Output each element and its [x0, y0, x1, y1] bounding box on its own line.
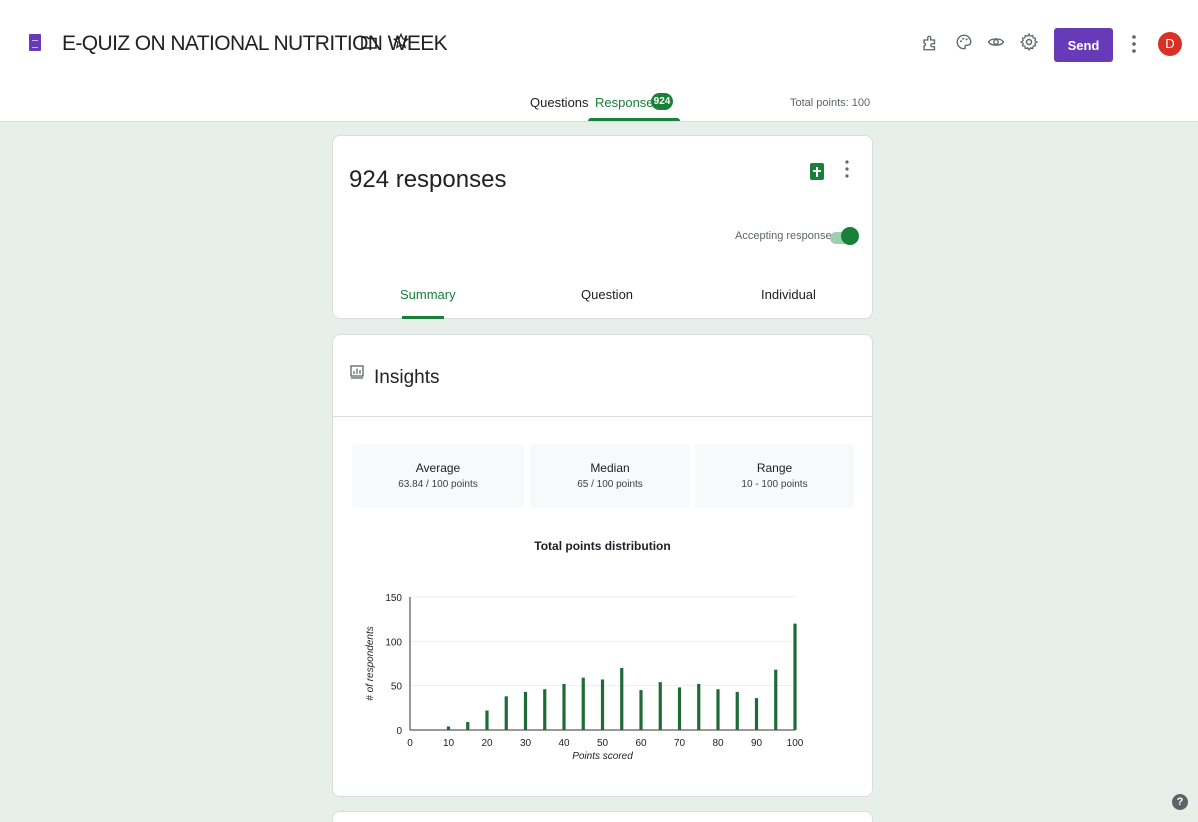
x-tick-label: 30 [520, 738, 532, 749]
chart-bar [485, 710, 489, 730]
link-to-sheets-icon[interactable] [810, 163, 824, 180]
chart-bar [677, 687, 682, 730]
y-tick-label: 50 [391, 682, 403, 693]
subtab-active-indicator [402, 316, 444, 319]
chart-bar [735, 691, 739, 730]
y-tick-label: 150 [385, 593, 402, 604]
preview-eye-icon[interactable] [987, 33, 1005, 51]
responses-more-icon[interactable] [843, 159, 851, 179]
responses-count-heading: 924 responses [349, 166, 507, 193]
chart-bar [620, 667, 624, 730]
chart-title: Total points distribution [534, 539, 671, 553]
chart-bar [523, 691, 528, 730]
subtab-individual[interactable]: Individual [761, 287, 816, 302]
tab-questions[interactable]: Questions [530, 95, 589, 110]
chart-bar [446, 726, 451, 730]
x-tick-label: 10 [443, 738, 455, 749]
stat-value: 63.84 / 100 points [398, 479, 478, 490]
chart-bar [754, 698, 759, 730]
x-tick-label: 20 [481, 738, 493, 749]
y-axis-label: # of respondents [365, 626, 376, 701]
chart-bar [774, 669, 778, 730]
more-options-icon[interactable] [1130, 34, 1138, 54]
insights-heading: Insights [374, 367, 440, 388]
insights-card: Insights Average 63.84 / 100 points Medi… [332, 334, 873, 797]
chart-bar [466, 722, 470, 730]
next-card [332, 811, 873, 822]
chart-bar [658, 682, 662, 730]
responses-count-badge: 924 [651, 93, 673, 110]
top-bar: E-QUIZ ON NATIONAL NUTRITION WEEK Send D [0, 0, 1198, 90]
star-icon[interactable] [392, 32, 410, 50]
chart-bar [581, 677, 585, 730]
x-tick-label: 60 [635, 738, 647, 749]
responses-card: 924 responses Accepting responses Summar… [332, 135, 873, 319]
x-tick-label: 70 [674, 738, 686, 749]
stat-value: 65 / 100 points [577, 479, 643, 490]
forms-logo-icon [29, 34, 41, 51]
x-axis-label: Points scored [572, 751, 633, 762]
chart-bar [716, 689, 720, 730]
total-points-label: Total points: 100 [790, 97, 871, 109]
stat-label: Range [756, 461, 793, 475]
chart-bar [793, 623, 797, 730]
stat-average: Average 63.84 / 100 points [352, 444, 524, 508]
chart-bar [600, 679, 605, 730]
subtab-summary[interactable]: Summary [400, 287, 456, 302]
settings-gear-icon[interactable] [1019, 32, 1039, 52]
addons-puzzle-icon[interactable] [921, 34, 939, 52]
divider [333, 416, 872, 417]
toggle-thumb[interactable] [841, 227, 859, 245]
stat-range: Range 10 - 100 points [695, 444, 854, 508]
stat-median: Median 65 / 100 points [530, 444, 690, 508]
chart-bar [543, 689, 547, 730]
help-icon[interactable]: ? [1172, 794, 1188, 810]
x-tick-label: 80 [712, 738, 724, 749]
active-tab-indicator [588, 118, 680, 121]
stat-label: Average [415, 461, 461, 475]
stat-label: Median [590, 461, 630, 475]
x-tick-label: 90 [751, 738, 763, 749]
chart-bar [639, 690, 643, 730]
x-tick-label: 0 [407, 738, 413, 749]
y-tick-label: 100 [385, 637, 402, 648]
form-tabs: Questions Responses 924 Total points: 10… [0, 90, 1198, 122]
x-tick-label: 100 [787, 738, 804, 749]
insights-chart-icon [350, 365, 364, 379]
y-tick-label: 0 [396, 726, 402, 737]
palette-icon[interactable] [955, 33, 973, 51]
x-tick-label: 50 [597, 738, 609, 749]
points-distribution-chart: 0 50 100 150 0 10 20 30 40 50 60 70 80 90 100 Points sc… [365, 593, 804, 762]
chart-bar [697, 683, 701, 730]
accepting-responses-label: Accepting responses [735, 230, 838, 242]
chart-bar [504, 696, 508, 730]
send-button[interactable]: Send [1054, 28, 1113, 62]
account-avatar[interactable]: D [1158, 32, 1182, 56]
x-tick-label: 40 [558, 738, 570, 749]
chart-bar [562, 683, 566, 730]
subtab-question[interactable]: Question [581, 287, 633, 302]
folder-icon[interactable] [361, 35, 377, 49]
stat-value: 10 - 100 points [741, 479, 808, 490]
form-title[interactable]: E-QUIZ ON NATIONAL NUTRITION WEEK [62, 32, 448, 56]
